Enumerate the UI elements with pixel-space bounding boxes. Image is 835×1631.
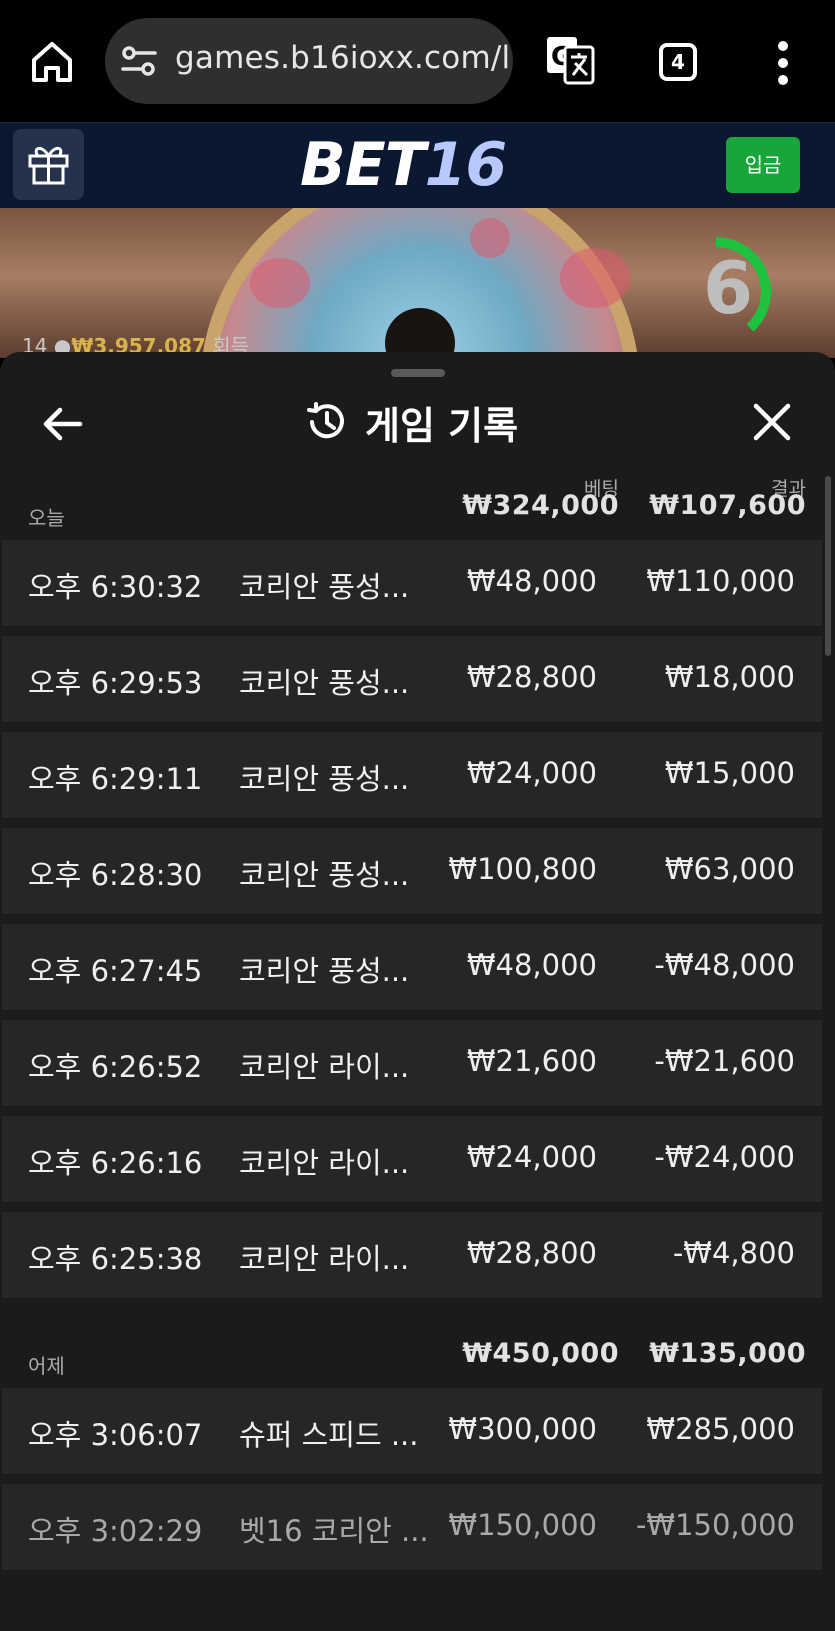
row-bet-amount: ₩100,800 xyxy=(448,852,597,886)
row-time: 오후 6:26:52 xyxy=(28,1050,203,1084)
history-row[interactable]: 오후 6:27:45 코리안 풍성... ₩48,000 -₩48,000 xyxy=(2,924,822,1010)
history-icon xyxy=(307,402,344,439)
url-text[interactable]: games.b16ioxx.com/l xyxy=(175,40,510,76)
site-settings-icon[interactable] xyxy=(121,44,157,78)
address-bar[interactable]: games.b16ioxx.com/l xyxy=(105,18,513,104)
blossom-decor xyxy=(250,258,310,308)
group-header: 오늘 ₩324,000 ₩107,600 xyxy=(0,452,835,540)
row-bet-amount: ₩48,000 xyxy=(466,564,597,598)
gift-icon xyxy=(28,147,69,185)
history-row[interactable]: 오후 6:26:52 코리안 라이... ₩21,600 -₩21,600 xyxy=(2,1020,822,1106)
row-time: 오후 6:29:53 xyxy=(28,666,203,700)
row-result-amount: -₩48,000 xyxy=(654,948,795,982)
countdown-number: 6 xyxy=(702,246,754,330)
history-row[interactable]: 오후 6:25:38 코리안 라이... ₩28,800 -₩4,800 xyxy=(2,1212,822,1298)
group-label: 어제 xyxy=(28,1354,65,1378)
row-game-name: 코리안 라이... xyxy=(239,1146,410,1180)
countdown-timer: 6 xyxy=(690,236,802,348)
group-label: 오늘 xyxy=(28,506,65,530)
group-bet-total: ₩450,000 xyxy=(462,1338,619,1369)
row-game-name: 코리안 풍성... xyxy=(239,954,410,988)
home-icon[interactable] xyxy=(28,38,76,86)
translate-icon[interactable]: G xyxy=(545,35,595,85)
history-row[interactable]: 오후 3:06:07 슈퍼 스피드 ... ₩300,000 ₩285,000 xyxy=(2,1388,822,1474)
site-header: BET16 입금 xyxy=(0,122,835,208)
history-row[interactable]: 오후 6:29:53 코리안 풍성... ₩28,800 ₩18,000 xyxy=(2,636,822,722)
deposit-button[interactable]: 입금 xyxy=(726,137,800,193)
history-row[interactable]: 오후 6:26:16 코리안 라이... ₩24,000 -₩24,000 xyxy=(2,1116,822,1202)
browser-toolbar: games.b16ioxx.com/l G 4 xyxy=(0,0,835,122)
history-row[interactable]: 오후 6:29:11 코리안 풍성... ₩24,000 ₩15,000 xyxy=(2,732,822,818)
sheet-title: 게임 기록 xyxy=(305,396,518,448)
row-bet-amount: ₩21,600 xyxy=(466,1044,597,1078)
row-result-amount: ₩63,000 xyxy=(664,852,795,886)
history-row[interactable]: 오후 6:28:30 코리안 풍성... ₩100,800 ₩63,000 xyxy=(2,828,822,914)
blossom-decor xyxy=(560,248,630,308)
row-game-name: 벳16 코리안 ... xyxy=(239,1514,429,1548)
tab-switcher-button[interactable]: 4 xyxy=(659,43,697,81)
row-time: 오후 6:26:16 xyxy=(28,1146,203,1180)
row-bet-amount: ₩150,000 xyxy=(448,1508,597,1542)
back-arrow-icon[interactable] xyxy=(40,402,84,446)
history-row[interactable]: 오후 6:30:32 코리안 풍성... ₩48,000 ₩110,000 xyxy=(2,540,822,626)
row-result-amount: -₩150,000 xyxy=(635,1508,795,1542)
group-bet-total: ₩324,000 xyxy=(462,490,619,521)
site-logo[interactable]: BET16 xyxy=(300,131,507,199)
sheet-title-text: 게임 기록 xyxy=(365,403,519,448)
drag-handle[interactable] xyxy=(391,369,445,377)
row-time: 오후 6:29:11 xyxy=(28,762,203,796)
gift-button[interactable] xyxy=(13,129,84,200)
row-result-amount: -₩21,600 xyxy=(654,1044,795,1078)
group-result-total: ₩107,600 xyxy=(649,490,806,521)
row-result-amount: ₩15,000 xyxy=(664,756,795,790)
row-time: 오후 6:28:30 xyxy=(28,858,203,892)
row-time: 오후 6:25:38 xyxy=(28,1242,203,1276)
row-time: 오후 6:27:45 xyxy=(28,954,203,988)
row-game-name: 코리안 풍성... xyxy=(239,762,410,796)
row-result-amount: -₩4,800 xyxy=(672,1236,795,1270)
row-time: 오후 3:06:07 xyxy=(28,1418,203,1452)
group-header: 어제 ₩450,000 ₩135,000 xyxy=(0,1300,835,1388)
row-game-name: 슈퍼 스피드 ... xyxy=(239,1418,419,1452)
live-video: 14 ●₩3,957,087 회득 6 xyxy=(0,208,835,358)
game-history-sheet: 게임 기록 베팅 결과 오늘 ₩324,000 ₩107,600 오후 6:30:32… xyxy=(0,352,835,1631)
row-bet-amount: ₩28,800 xyxy=(466,1236,597,1270)
row-time: 오후 6:30:32 xyxy=(28,570,203,604)
row-game-name: 코리안 라이... xyxy=(239,1242,410,1276)
row-result-amount: ₩285,000 xyxy=(646,1412,795,1446)
history-row[interactable]: 오후 3:02:29 벳16 코리안 ... ₩150,000 -₩150,000 xyxy=(2,1484,822,1570)
close-icon[interactable] xyxy=(752,402,792,442)
row-time: 오후 3:02:29 xyxy=(28,1514,203,1548)
row-game-name: 코리안 풍성... xyxy=(239,570,410,604)
row-result-amount: -₩24,000 xyxy=(654,1140,795,1174)
row-bet-amount: ₩48,000 xyxy=(466,948,597,982)
row-game-name: 코리안 풍성... xyxy=(239,666,410,700)
blossom-decor xyxy=(470,218,510,258)
row-game-name: 코리안 라이... xyxy=(239,1050,410,1084)
row-game-name: 코리안 풍성... xyxy=(239,858,410,892)
row-bet-amount: ₩28,800 xyxy=(466,660,597,694)
row-result-amount: ₩18,000 xyxy=(664,660,795,694)
row-bet-amount: ₩24,000 xyxy=(466,1140,597,1174)
group-result-total: ₩135,000 xyxy=(649,1338,806,1369)
more-menu-icon[interactable] xyxy=(770,38,796,88)
row-bet-amount: ₩24,000 xyxy=(466,756,597,790)
row-bet-amount: ₩300,000 xyxy=(448,1412,597,1446)
row-result-amount: ₩110,000 xyxy=(646,564,795,598)
